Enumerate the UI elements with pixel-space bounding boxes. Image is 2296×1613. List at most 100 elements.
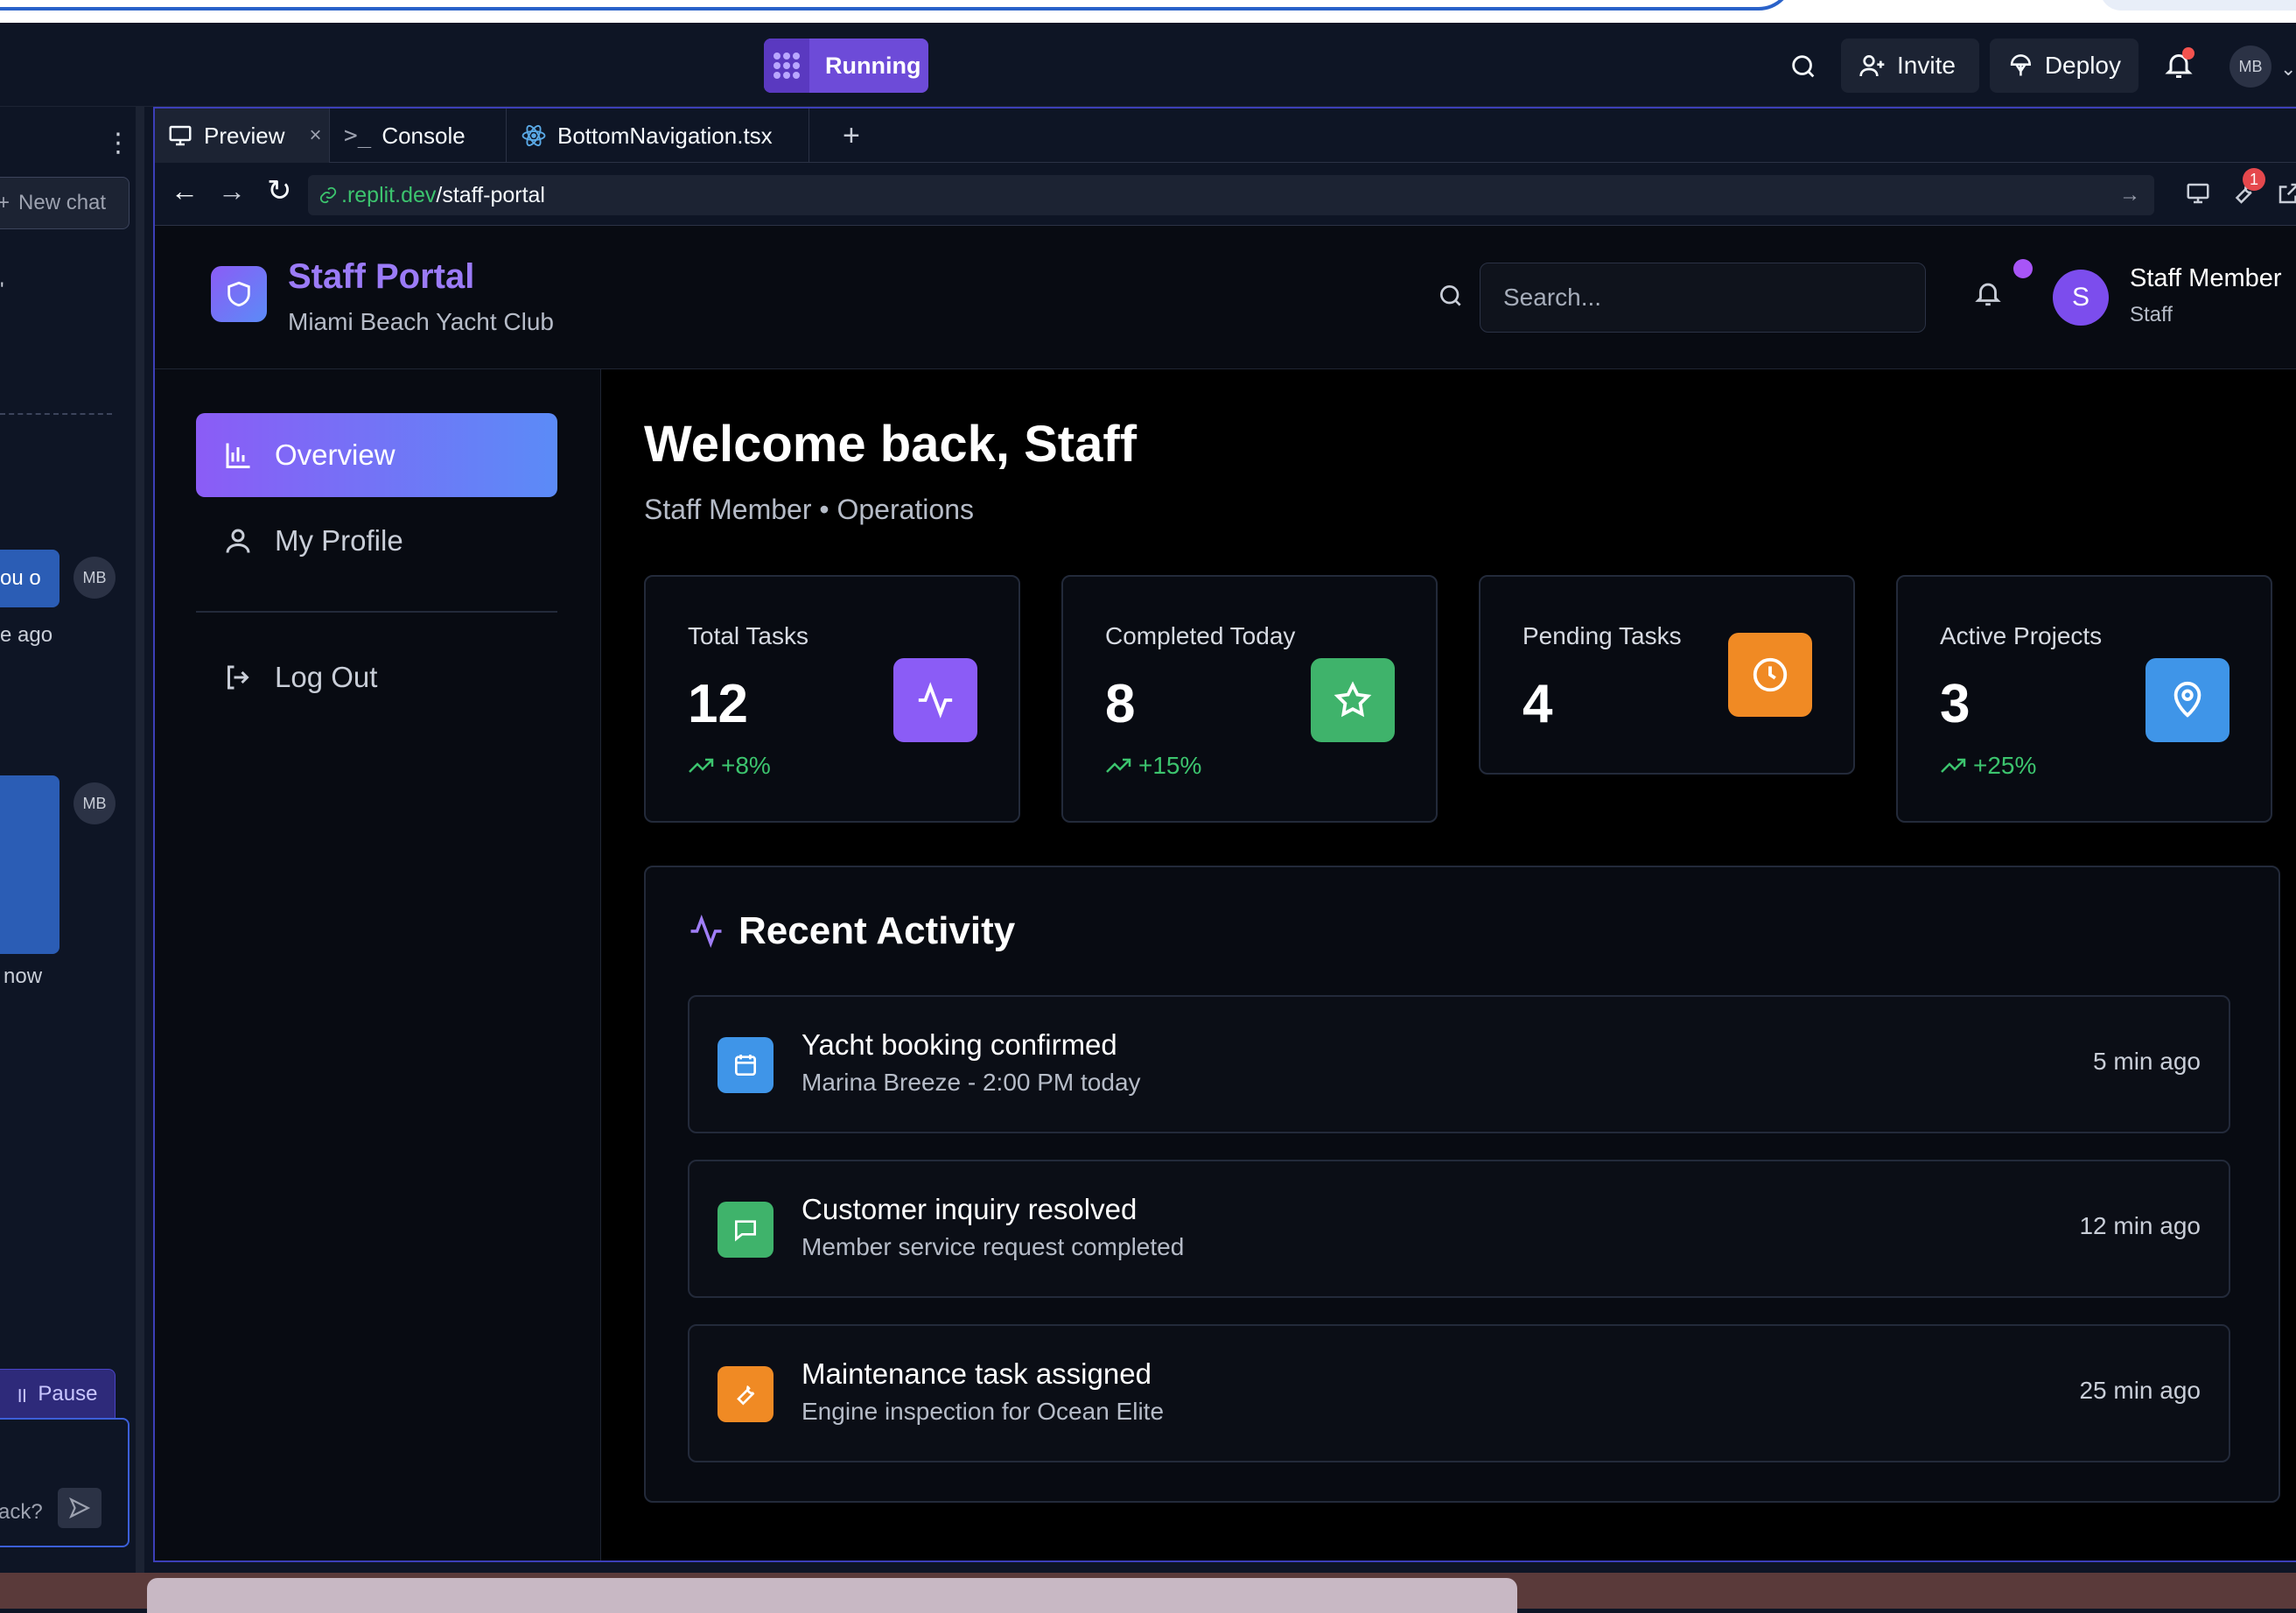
run-grid-icon bbox=[764, 39, 809, 93]
stat-value: 8 bbox=[1105, 674, 1136, 734]
main-content: Welcome back, Staff Staff Member • Opera… bbox=[601, 369, 2296, 1560]
activity-subtitle: Member service request completed bbox=[802, 1233, 1185, 1260]
pause-icon: ॥ bbox=[15, 1383, 28, 1407]
star-icon bbox=[1311, 658, 1395, 742]
tab-preview[interactable]: Preview × bbox=[155, 109, 330, 163]
nav-log-out[interactable]: Log Out bbox=[196, 635, 557, 719]
stat-card-pending-tasks: Pending Tasks 4 bbox=[1479, 575, 1855, 775]
app-title: Staff Portal bbox=[288, 257, 475, 296]
chat-input-text: ack? bbox=[0, 1500, 43, 1524]
tab-file-label: BottomNavigation.tsx bbox=[557, 122, 773, 149]
stat-trend: +25% bbox=[1940, 752, 2036, 780]
close-icon[interactable]: × bbox=[309, 123, 321, 148]
notification-dot bbox=[2182, 47, 2194, 60]
app-bell-icon[interactable] bbox=[1973, 278, 2003, 312]
app-user-avatar[interactable]: S bbox=[2053, 270, 2109, 326]
message-avatar-initials: MB bbox=[82, 568, 107, 586]
send-button[interactable] bbox=[58, 1488, 102, 1528]
url-go-arrow-icon[interactable]: → bbox=[2119, 183, 2140, 207]
stat-label: Pending Tasks bbox=[1522, 622, 1682, 649]
user-message-bubble-2 bbox=[0, 775, 60, 954]
shield-logo-icon bbox=[211, 266, 267, 322]
activity-time: 12 min ago bbox=[2079, 1212, 2201, 1239]
activity-subtitle: Marina Breeze - 2:00 PM today bbox=[802, 1069, 1141, 1096]
stat-label: Completed Today bbox=[1105, 622, 1296, 649]
tabbar-menu-icon[interactable]: ⋮ bbox=[2272, 109, 2296, 163]
search-icon bbox=[1437, 282, 1465, 314]
logout-icon bbox=[228, 665, 249, 690]
stat-value: 12 bbox=[688, 674, 748, 734]
run-button-label: Running bbox=[825, 52, 921, 79]
tab-console[interactable]: >_ Console bbox=[332, 109, 507, 163]
trend-up-icon bbox=[689, 758, 714, 773]
search-icon[interactable] bbox=[1788, 52, 1818, 86]
activity-title: Customer inquiry resolved bbox=[802, 1193, 1138, 1225]
bar-chart-icon bbox=[226, 443, 250, 468]
panel-menu-icon[interactable]: ⋮ bbox=[105, 128, 131, 158]
invite-button[interactable]: Invite bbox=[1841, 39, 1979, 93]
message-icon bbox=[718, 1202, 774, 1258]
devtools-wrench-icon[interactable]: 1 bbox=[2230, 168, 2265, 211]
stat-trend-value: +25% bbox=[1973, 752, 2037, 779]
user-avatar-initials: MB bbox=[2238, 57, 2263, 75]
user-plus-icon bbox=[1859, 55, 1885, 77]
welcome-heading: Welcome back, Staff bbox=[644, 416, 1138, 473]
new-tab-plus-icon[interactable]: + bbox=[830, 109, 874, 163]
user-message-text: ou o bbox=[0, 566, 41, 590]
stat-label: Total Tasks bbox=[688, 622, 808, 649]
user-avatar[interactable]: MB bbox=[2230, 46, 2272, 88]
staff-portal-app: Staff Portal Miami Beach Yacht Club S St… bbox=[155, 226, 2296, 1560]
map-pin-icon bbox=[2146, 658, 2230, 742]
activity-icon bbox=[893, 658, 977, 742]
url-domain: .replit.dev bbox=[341, 182, 437, 207]
dock-bar[interactable] bbox=[147, 1578, 1517, 1613]
app-user-avatar-letter: S bbox=[2071, 283, 2090, 312]
activity-item[interactable]: Customer inquiry resolved Member service… bbox=[688, 1160, 2230, 1298]
tab-console-label: Console bbox=[382, 122, 466, 149]
activity-time: 5 min ago bbox=[2093, 1048, 2201, 1075]
tab-file[interactable]: BottomNavigation.tsx bbox=[508, 109, 809, 163]
open-new-window-icon[interactable] bbox=[2276, 180, 2296, 211]
back-arrow-icon[interactable]: ← bbox=[171, 175, 199, 207]
trend-up-icon bbox=[1941, 758, 1966, 773]
activity-title: Yacht booking confirmed bbox=[802, 1028, 1117, 1061]
stat-trend-value: +15% bbox=[1138, 752, 1202, 779]
deploy-label: Deploy bbox=[2044, 52, 2121, 79]
notifications-bell-icon[interactable] bbox=[2163, 47, 2194, 85]
nav-overview[interactable]: Overview bbox=[196, 413, 557, 497]
stat-trend-value: +8% bbox=[721, 752, 771, 779]
deploy-icon bbox=[2010, 54, 2031, 76]
chat-fragment-dot: ' bbox=[0, 278, 4, 302]
stat-value: 3 bbox=[1940, 674, 1970, 734]
nav-log-out-label: Log Out bbox=[275, 661, 378, 693]
preview-url-field[interactable]: .replit.dev/staff-portal → bbox=[308, 175, 2154, 215]
avatar-chevron-icon[interactable]: ⌄ bbox=[2280, 58, 2296, 81]
reload-icon[interactable]: ↻ bbox=[267, 173, 292, 208]
os-dock bbox=[0, 1573, 2296, 1613]
tab-preview-label: Preview bbox=[204, 122, 285, 149]
pause-label: Pause bbox=[38, 1382, 98, 1406]
nav-divider bbox=[196, 611, 557, 613]
app-subtitle: Miami Beach Yacht Club bbox=[288, 308, 554, 335]
pause-button[interactable]: ॥ Pause bbox=[0, 1369, 116, 1420]
deploy-button[interactable]: Deploy bbox=[1990, 39, 2138, 93]
activity-time: 25 min ago bbox=[2079, 1377, 2201, 1404]
app-sidebar: Overview My Profile Log Out bbox=[155, 369, 601, 1560]
search-input[interactable] bbox=[1480, 263, 1926, 333]
app-notification-dot bbox=[2013, 259, 2033, 278]
chat-input[interactable]: ack? bbox=[0, 1418, 130, 1547]
stat-trend: +8% bbox=[688, 752, 771, 780]
browser-extension-pill[interactable] bbox=[2100, 0, 2296, 11]
device-monitor-icon[interactable] bbox=[2185, 180, 2211, 211]
stat-card-active-projects: Active Projects 3 +25% bbox=[1896, 575, 2272, 823]
forward-arrow-icon[interactable]: → bbox=[218, 175, 246, 207]
nav-my-profile[interactable]: My Profile bbox=[196, 499, 557, 583]
stat-trend: +15% bbox=[1105, 752, 1201, 780]
browser-url-pill[interactable] bbox=[0, 0, 1794, 11]
activity-item[interactable]: Maintenance task assigned Engine inspect… bbox=[688, 1324, 2230, 1462]
message-avatar-2: MB bbox=[74, 782, 116, 824]
wrench-icon bbox=[718, 1366, 774, 1422]
run-button[interactable]: Running bbox=[764, 39, 928, 93]
activity-item[interactable]: Yacht booking confirmed Marina Breeze - … bbox=[688, 995, 2230, 1133]
new-chat-button[interactable]: + New chat bbox=[0, 177, 130, 229]
